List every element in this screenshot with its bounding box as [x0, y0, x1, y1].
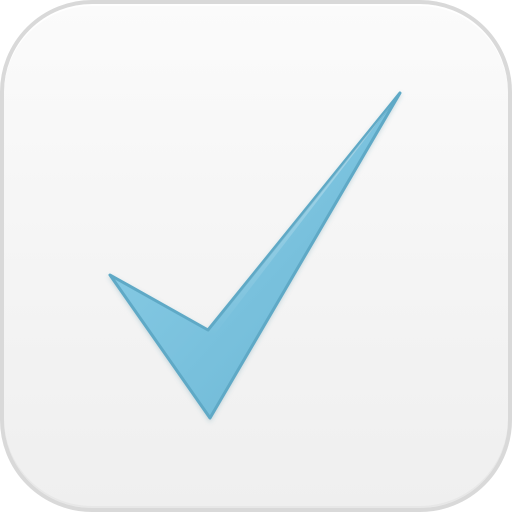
checkmark-icon	[108, 91, 402, 420]
app-icon[interactable]	[0, 0, 512, 512]
checkmark-body	[108, 91, 402, 420]
